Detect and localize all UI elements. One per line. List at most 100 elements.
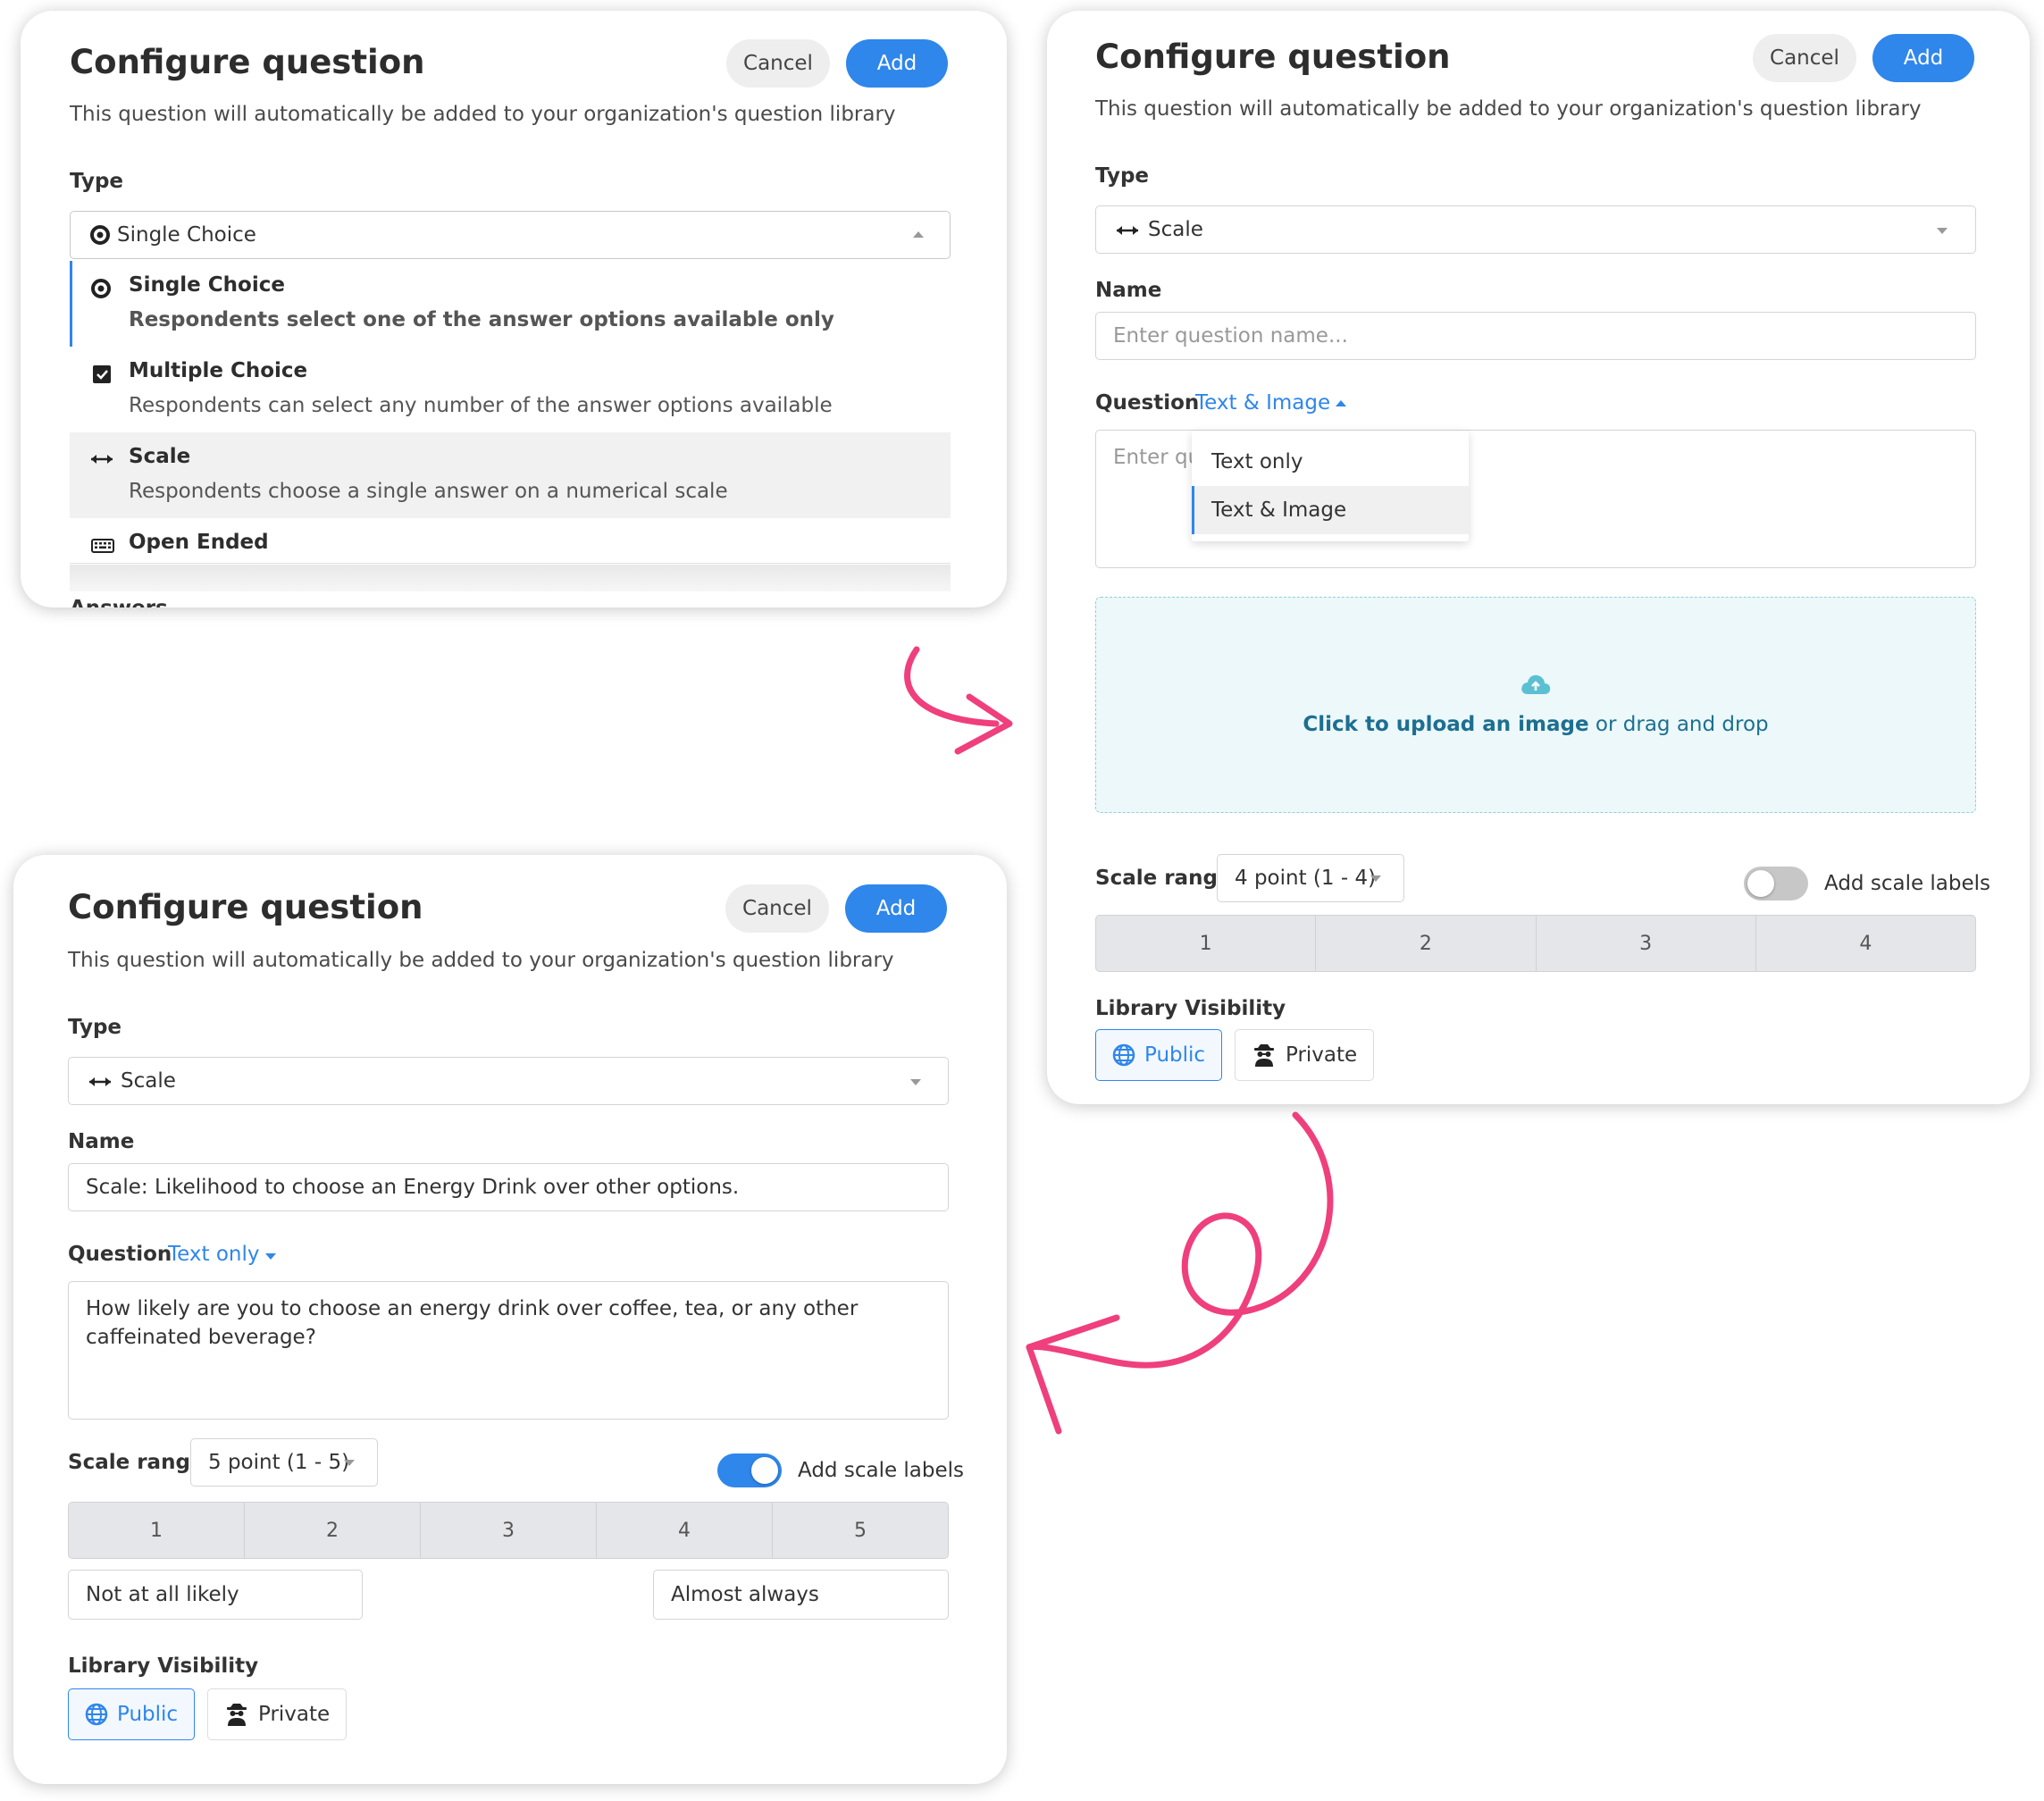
option-title: Multiple Choice [129, 359, 308, 382]
private-label: Private [258, 1703, 331, 1726]
answers-label-cutoff: Answers [70, 597, 168, 607]
private-label: Private [1286, 1043, 1358, 1067]
chevron-down-icon [910, 1079, 921, 1085]
type-label: Type [70, 170, 124, 193]
name-label: Name [68, 1130, 135, 1153]
image-upload-dropzone[interactable] [1095, 597, 1976, 813]
question-text-area[interactable]: How likely are you to choose an energy d… [68, 1281, 949, 1420]
min-scale-label-input[interactable]: Not at all likely [68, 1570, 363, 1620]
cancel-button[interactable]: Cancel [725, 884, 829, 933]
type-select-value: Single Choice [117, 223, 256, 247]
question-name-input[interactable]: Enter question name... [1095, 312, 1976, 360]
library-visibility-label: Library Visibility [1095, 997, 1286, 1020]
chevron-down-icon [1937, 228, 1948, 234]
configure-dialog-completed: Configure question Cancel Add This quest… [13, 855, 1007, 1784]
dialog-subtitle: This question will automatically be adde… [1095, 97, 1922, 121]
question-name-input[interactable]: Scale: Likelihood to choose an Energy Dr… [68, 1163, 949, 1211]
scale-labels-toggle[interactable] [1744, 867, 1808, 900]
configure-dialog-type-dropdown: Configure question Cancel Add This quest… [21, 11, 1007, 607]
keyboard-icon [91, 538, 114, 554]
add-button[interactable]: Add [845, 884, 947, 933]
scale-preview-row: 1 2 3 4 5 [68, 1502, 949, 1559]
type-select[interactable]: Scale [1095, 205, 1976, 254]
radio-icon [91, 279, 111, 298]
flow-arrow-right [904, 646, 1013, 755]
dialog-title: Configure question [70, 43, 425, 81]
type-option-scale[interactable] [70, 432, 951, 518]
mode-option-text-only[interactable]: Text only [1192, 438, 1469, 486]
option-description: Respondents can select any number of the… [129, 394, 833, 417]
dialog-subtitle: This question will automatically be adde… [70, 103, 896, 126]
add-button[interactable]: Add [846, 39, 948, 88]
chevron-up-icon [913, 231, 924, 238]
chevron-up-icon[interactable] [1336, 400, 1346, 406]
type-label: Type [1095, 164, 1150, 188]
cancel-button[interactable]: Cancel [726, 39, 830, 88]
add-scale-labels-text: Add scale labels [798, 1459, 965, 1482]
type-select-value: Scale [1148, 218, 1203, 241]
checkbox-icon [92, 364, 112, 384]
dialog-subtitle: This question will automatically be adde… [68, 949, 894, 972]
double-arrow-icon [89, 452, 114, 466]
scale-point: 1 [1096, 916, 1317, 971]
cancel-button[interactable]: Cancel [1753, 34, 1856, 82]
chevron-down-icon[interactable] [265, 1253, 276, 1260]
double-arrow-icon [1115, 223, 1140, 238]
type-select[interactable]: Scale [68, 1057, 949, 1105]
question-mode-toggle[interactable]: Text & Image [1195, 391, 1330, 415]
add-button[interactable]: Add [1872, 34, 1974, 82]
library-visibility-label: Library Visibility [68, 1654, 259, 1678]
dialog-title: Configure question [1095, 38, 1451, 76]
chevron-down-icon [344, 1460, 355, 1466]
spy-icon [1254, 1044, 1274, 1067]
scale-range-value: 4 point (1 - 4) [1235, 867, 1377, 890]
upload-link[interactable]: Click to upload an image [1303, 713, 1588, 736]
scale-point: 1 [69, 1503, 245, 1558]
visibility-private-button[interactable]: Private [207, 1688, 348, 1740]
scale-point: 4 [597, 1503, 773, 1558]
type-label: Type [68, 1016, 122, 1039]
scale-labels-toggle[interactable] [717, 1453, 782, 1487]
public-label: Public [117, 1703, 179, 1726]
visibility-private-button[interactable]: Private [1235, 1029, 1375, 1081]
configure-dialog-text-image: Configure question Cancel Add This quest… [1047, 11, 2030, 1104]
question-mode-menu: Text only Text & Image [1192, 431, 1469, 541]
visibility-public-button[interactable]: Public [68, 1688, 196, 1740]
scale-point: 4 [1859, 932, 1872, 955]
scale-range-label: Scale range [68, 1451, 205, 1474]
question-label: Question [1095, 391, 1200, 415]
public-label: Public [1144, 1043, 1206, 1067]
option-title: Open Ended [129, 531, 269, 554]
chevron-down-icon [1370, 875, 1381, 882]
question-placeholder: Enter qu [1113, 446, 1202, 469]
globe-icon [1112, 1043, 1135, 1067]
question-label: Question [68, 1243, 172, 1266]
scale-range-value: 5 point (1 - 5) [208, 1451, 350, 1474]
upload-hint: or drag and drop [1588, 713, 1769, 736]
upload-instructions: Click to upload an image or drag and dro… [1095, 713, 1976, 736]
add-scale-labels-text: Add scale labels [1824, 872, 1991, 895]
name-label: Name [1095, 279, 1162, 302]
max-scale-label-input[interactable]: Almost always [653, 1570, 949, 1620]
mode-option-text-image[interactable]: Text & Image [1192, 486, 1469, 534]
spy-icon [227, 1704, 247, 1726]
type-select-value: Scale [121, 1069, 176, 1093]
option-description: Respondents select one of the answer opt… [129, 308, 834, 331]
option-description: Respondents choose a single answer on a … [129, 480, 728, 503]
scale-point: 3 [421, 1503, 597, 1558]
flow-arrow-loop [1026, 1111, 1334, 1435]
scale-preview-row: 1 2 3 4 [1095, 915, 1976, 972]
double-arrow-icon [88, 1075, 113, 1089]
scale-point: 2 [245, 1503, 421, 1558]
option-title: Scale [129, 445, 191, 468]
question-mode-toggle[interactable]: Text only [168, 1243, 259, 1266]
radio-icon [90, 225, 110, 245]
dialog-title: Configure question [68, 888, 423, 926]
dropdown-shadow [70, 565, 951, 591]
scale-point: 5 [854, 1519, 867, 1542]
visibility-public-button[interactable]: Public [1095, 1029, 1223, 1081]
type-select[interactable]: Single Choice [70, 211, 951, 259]
scale-range-label: Scale range [1095, 867, 1232, 890]
option-title: Single Choice [129, 273, 285, 297]
cloud-upload-icon [1520, 672, 1552, 697]
